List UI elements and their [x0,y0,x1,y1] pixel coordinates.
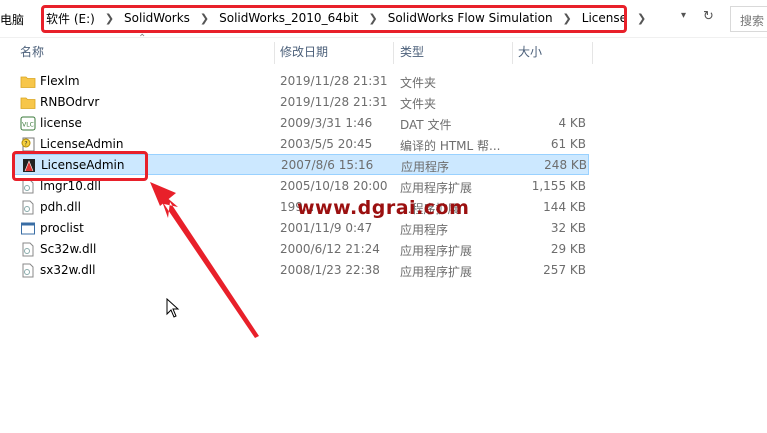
file-type: 应用程序 [400,223,449,237]
folder-icon [20,97,36,109]
dll-icon [22,263,34,278]
file-type: 应用程序 [401,160,450,174]
svg-text:?: ? [24,140,27,147]
file-size: 144 KB [543,200,586,214]
watermark-text: www.dgrai.com [297,197,470,219]
help-file-icon: ? [21,137,35,152]
file-name: sx32w.dll [40,263,96,277]
file-size: 4 KB [558,116,586,130]
file-name: pdh.dll [40,200,81,214]
file-size: 32 KB [550,221,586,235]
file-date: 2003/5/5 20:45 [280,137,373,151]
address-highlight-box [41,5,627,33]
column-divider[interactable] [512,42,513,64]
refresh-icon[interactable]: ↻ [703,9,714,24]
file-name: license [40,116,82,130]
file-row[interactable]: VLC license 2009/3/31 1:46 DAT 文件 4 KB [14,113,589,134]
file-size: 248 KB [544,158,587,172]
file-name: Flexlm [40,74,80,88]
file-date: 2005/10/18 20:00 [280,179,388,193]
file-size: 257 KB [543,263,586,277]
file-date: 2007/8/6 15:16 [281,158,374,172]
file-date: 2009/3/31 1:46 [280,116,373,130]
column-header-type[interactable]: 类型 [400,38,424,66]
file-row[interactable]: proclist 2001/11/9 0:47 应用程序 32 KB [14,218,589,239]
file-name: LicenseAdmin [40,137,124,151]
file-date: 2000/6/12 21:24 [280,242,380,256]
file-row[interactable]: Sc32w.dll 2000/6/12 21:24 应用程序扩展 29 KB [14,239,589,260]
file-type: 应用程序扩展 [400,181,473,195]
file-date: 2019/11/28 21:31 [280,95,388,109]
folder-icon [20,76,36,88]
file-type: DAT 文件 [400,118,452,132]
mouse-cursor-icon [166,298,180,318]
column-divider[interactable] [592,42,593,64]
svg-text:VLC: VLC [22,122,34,129]
column-divider[interactable] [393,42,394,64]
dll-icon [22,179,34,194]
file-name: RNBOdrvr [40,95,100,109]
chevron-right-icon[interactable]: ❯ [629,12,654,25]
file-date: 2019/11/28 21:31 [280,74,388,88]
dat-file-icon: VLC [20,116,36,131]
dll-icon [22,242,34,257]
file-date: 2001/11/9 0:47 [280,221,373,235]
file-type: 编译的 HTML 帮... [400,139,501,153]
app-window-icon [21,222,35,235]
file-row[interactable]: sx32w.dll 2008/1/23 22:38 应用程序扩展 257 KB [14,260,589,281]
sort-up-icon: ⌃ [138,33,147,44]
file-type: 文件夹 [400,97,437,111]
file-name: proclist [40,221,84,235]
column-header-size[interactable]: 大小 [518,38,542,66]
file-name: Sc32w.dll [40,242,97,256]
column-header-name[interactable]: 名称 [20,38,44,66]
file-name: lmgr10.dll [40,179,101,193]
file-row[interactable]: Flexlm 2019/11/28 21:31 文件夹 [14,71,589,92]
dll-icon [22,200,34,215]
column-divider[interactable] [274,42,275,64]
file-type: 应用程序扩展 [400,265,473,279]
file-size: 29 KB [550,242,586,256]
address-history-dropdown-icon[interactable]: ▾ [681,10,686,21]
file-size: 1,155 KB [531,179,586,193]
file-date: 2008/1/23 22:38 [280,263,380,277]
search-input[interactable]: 搜索 [730,6,767,32]
file-type: 应用程序扩展 [400,244,473,258]
column-header-date[interactable]: 修改日期 [280,38,328,66]
address-left-text: 电脑 [0,13,25,27]
search-placeholder: 搜索 [740,14,765,28]
file-row[interactable]: RNBOdrvr 2019/11/28 21:31 文件夹 [14,92,589,113]
file-size: 61 KB [550,137,586,151]
file-type: 文件夹 [400,76,437,90]
file-highlight-box [12,151,148,181]
